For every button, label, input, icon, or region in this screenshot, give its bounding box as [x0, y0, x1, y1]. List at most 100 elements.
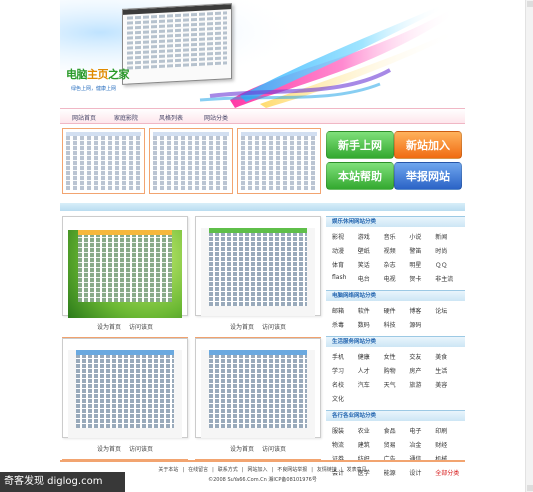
- category-link[interactable]: ＱＱ: [435, 260, 461, 269]
- visit-page-link[interactable]: 访问该页: [129, 446, 153, 453]
- category-link[interactable]: 交友: [409, 352, 435, 361]
- category-link[interactable]: 美容: [435, 380, 461, 389]
- scroll-down-arrow-icon[interactable]: [527, 485, 533, 491]
- style-preview[interactable]: [195, 216, 321, 316]
- footer-link[interactable]: 友情链接: [317, 467, 337, 473]
- category-link[interactable]: 视频: [384, 246, 410, 255]
- category-link[interactable]: 女性: [384, 352, 410, 361]
- category-link[interactable]: 杂志: [384, 260, 410, 269]
- category-link[interactable]: 电台: [358, 274, 384, 283]
- category-link[interactable]: 贺卡: [409, 274, 435, 283]
- section-divider: [60, 203, 465, 211]
- footer-separator: |: [182, 467, 185, 473]
- category-link[interactable]: 天气: [384, 380, 410, 389]
- style-preview[interactable]: [62, 216, 188, 318]
- category-link[interactable]: 汽车: [358, 380, 384, 389]
- help-button[interactable]: 本站帮助: [326, 162, 394, 190]
- category-link[interactable]: 电子: [409, 426, 435, 435]
- style-preview[interactable]: [195, 338, 321, 438]
- report-site-button[interactable]: 举报网站: [394, 162, 462, 190]
- category-link[interactable]: 购物: [384, 366, 410, 375]
- category-link[interactable]: 动漫: [332, 246, 358, 255]
- nav-site-categories[interactable]: 网站分类: [204, 113, 228, 122]
- visit-page-link[interactable]: 访问该页: [262, 446, 286, 453]
- footer-link[interactable]: 不良网站举报: [277, 467, 307, 473]
- category-link[interactable]: 警笛: [409, 246, 435, 255]
- visit-page-link[interactable]: 访问该页: [262, 324, 286, 331]
- category-link[interactable]: 人才: [358, 366, 384, 375]
- category-link[interactable]: 名校: [332, 380, 358, 389]
- category-link[interactable]: 美食: [435, 352, 461, 361]
- category-link[interactable]: 源码: [409, 320, 435, 329]
- category-link[interactable]: 房产: [409, 366, 435, 375]
- nav-home[interactable]: 网站首页: [72, 113, 96, 122]
- category-title-industry: 各行各业网站分类: [326, 410, 465, 421]
- set-homepage-link[interactable]: 设为首页: [230, 324, 254, 331]
- style-thumbnail[interactable]: [149, 128, 233, 194]
- set-homepage-link[interactable]: 设为首页: [97, 324, 121, 331]
- category-link[interactable]: 音乐: [384, 232, 410, 241]
- category-link[interactable]: 壁纸: [358, 246, 384, 255]
- page: 电脑主页之家 绿色上网，健康上网 网站首页 家庭影院 风格列表 网站分类 新手上…: [60, 0, 465, 492]
- category-link[interactable]: 硬件: [384, 306, 410, 315]
- category-link[interactable]: 生活: [435, 366, 461, 375]
- category-link[interactable]: 科技: [384, 320, 410, 329]
- footer-link[interactable]: 关于本站: [158, 467, 178, 473]
- category-link[interactable]: 食品: [384, 426, 410, 435]
- category-link[interactable]: 服装: [332, 426, 358, 435]
- category-link[interactable]: 贸易: [384, 440, 410, 449]
- category-link[interactable]: 游戏: [358, 232, 384, 241]
- category-link[interactable]: 论坛: [435, 306, 461, 315]
- category-link[interactable]: 数码: [358, 320, 384, 329]
- style-preview[interactable]: [62, 338, 188, 438]
- category-link[interactable]: 时尚: [435, 246, 461, 255]
- scroll-up-arrow-icon[interactable]: [527, 1, 533, 7]
- category-link[interactable]: 软件: [358, 306, 384, 315]
- category-link[interactable]: 电视: [384, 274, 410, 283]
- category-link[interactable]: 文化: [332, 394, 358, 403]
- style-card: 设为首页 访问该页: [62, 338, 188, 461]
- category-link[interactable]: 明星: [409, 260, 435, 269]
- category-link[interactable]: 影视: [332, 232, 358, 241]
- category-link[interactable]: 体育: [332, 260, 358, 269]
- category-link[interactable]: 邮箱: [332, 306, 358, 315]
- category-link[interactable]: 非主流: [435, 274, 461, 283]
- add-site-button[interactable]: 新站加入: [394, 131, 462, 159]
- style-thumbnail[interactable]: [62, 128, 145, 194]
- category-link[interactable]: 农业: [358, 426, 384, 435]
- footer-link[interactable]: 在线留言: [188, 467, 208, 473]
- category-link[interactable]: 博客: [409, 306, 435, 315]
- footer-separator: |: [241, 467, 244, 473]
- site-logo[interactable]: 电脑主页之家: [66, 66, 130, 82]
- vertical-scrollbar[interactable]: [525, 0, 533, 492]
- footer-link[interactable]: 联系方式: [218, 467, 238, 473]
- category-link[interactable]: flash: [332, 274, 358, 283]
- category-link[interactable]: 杀毒: [332, 320, 358, 329]
- category-link[interactable]: 学习: [332, 366, 358, 375]
- nav-style-list[interactable]: 风格列表: [159, 113, 183, 122]
- category-link[interactable]: 小说: [409, 232, 435, 241]
- category-link[interactable]: 笑话: [358, 260, 384, 269]
- set-homepage-link[interactable]: 设为首页: [230, 446, 254, 453]
- category-link[interactable]: 财经: [435, 440, 461, 449]
- style-card: 设为首页 访问该页: [195, 216, 321, 339]
- category-link[interactable]: 冶金: [409, 440, 435, 449]
- nav-home-theater[interactable]: 家庭影院: [114, 113, 138, 122]
- rainbow-swoosh-graphic: [60, 0, 465, 108]
- category-link[interactable]: 物流: [332, 440, 358, 449]
- set-homepage-link[interactable]: 设为首页: [97, 446, 121, 453]
- style-card: 设为首页 访问该页: [195, 338, 321, 461]
- style-thumbnail[interactable]: [237, 128, 321, 194]
- category-list-computer: 邮箱 软件 硬件 博客 论坛杀毒 数码 科技 源码: [326, 301, 465, 336]
- footer-link[interactable]: 网站加入: [247, 467, 267, 473]
- newbie-button[interactable]: 新手上网: [326, 131, 394, 159]
- category-link[interactable]: 新闻: [435, 232, 461, 241]
- category-link[interactable]: 手机: [332, 352, 358, 361]
- category-link[interactable]: 健康: [358, 352, 384, 361]
- header-banner: 电脑主页之家 绿色上网，健康上网: [60, 0, 465, 108]
- footer-link[interactable]: 发表意见: [347, 467, 367, 473]
- category-link[interactable]: 建筑: [358, 440, 384, 449]
- category-link[interactable]: 印刷: [435, 426, 461, 435]
- category-link[interactable]: 旅游: [409, 380, 435, 389]
- visit-page-link[interactable]: 访问该页: [129, 324, 153, 331]
